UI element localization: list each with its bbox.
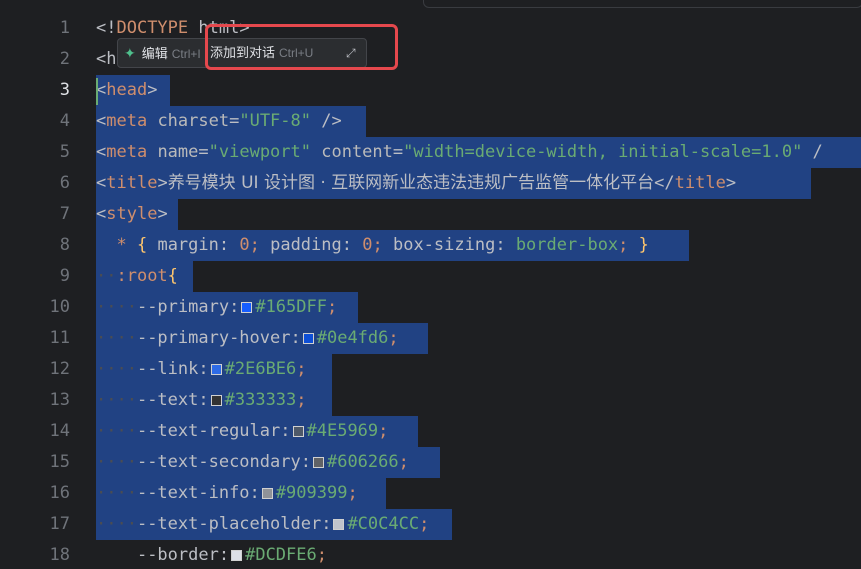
code-line-10[interactable]: 10 ····--primary: #165DFF;	[0, 292, 861, 323]
line-number: 11	[49, 328, 70, 348]
code-line-11[interactable]: 11 ····--primary-hover: #0e4fd6;	[0, 323, 861, 354]
line-number: 7	[59, 204, 70, 224]
code-line-8[interactable]: 8 * { margin: 0; padding: 0; box-sizing:…	[0, 230, 861, 261]
code-text: --border: #DCDFE6;	[136, 545, 327, 565]
line-number: 4	[59, 111, 70, 131]
code-line-4[interactable]: 4 <meta charset="UTF-8" />	[0, 106, 861, 137]
line-number: 3	[59, 80, 70, 100]
code-text: ····--text: #333333;	[96, 390, 307, 410]
code-text: <meta name="viewport" content="width=dev…	[96, 142, 823, 162]
line-number: 15	[49, 452, 70, 472]
code-text: ····--text-secondary: #606266;	[96, 452, 409, 472]
code-line-7[interactable]: 7 <style>	[0, 199, 861, 230]
color-swatch[interactable]	[292, 426, 304, 437]
color-swatch[interactable]	[302, 333, 314, 344]
line-number: 10	[49, 297, 70, 317]
code-line-13[interactable]: 13 ····--text: #333333;	[0, 385, 861, 416]
edit-label: 编辑	[141, 46, 168, 61]
line-number: 1	[59, 18, 70, 38]
expand-icon: ⤢	[346, 46, 356, 60]
line-number: 12	[49, 359, 70, 379]
edit-shortcut: Ctrl+I	[171, 47, 201, 61]
line-number: 9	[59, 266, 70, 286]
code-line-14[interactable]: 14 ····--text-regular: #4E5969;	[0, 416, 861, 447]
sparkle-icon: ✦	[124, 45, 136, 61]
line-number: 5	[59, 142, 70, 162]
code-editor[interactable]: 1 <!DOCTYPE html> 2 <h 3 <head> 4 <meta …	[0, 0, 861, 569]
line-number: 6	[59, 173, 70, 193]
color-swatch[interactable]	[210, 364, 222, 375]
code-text: <title>养号模块 UI 设计图 · 互联网新业态违法违规广告监管一体化平台…	[96, 173, 737, 193]
code-line-15[interactable]: 15 ····--text-secondary: #606266;	[0, 447, 861, 478]
toolbar-divider	[205, 45, 206, 61]
code-text: ····--text-regular: #4E5969;	[96, 421, 389, 441]
code-line-16[interactable]: 16 ····--text-info: #909399;	[0, 478, 861, 509]
edit-button[interactable]: ✦ 编辑 Ctrl+I	[124, 39, 201, 67]
code-text: ··:root{	[96, 266, 178, 286]
inline-ai-toolbar: ✦ 编辑 Ctrl+I 添加到对话 Ctrl+U ⤢	[117, 38, 367, 68]
color-swatch[interactable]	[333, 519, 345, 530]
code-line-6[interactable]: 6 <title>养号模块 UI 设计图 · 互联网新业态违法违规广告监管一体化…	[0, 168, 861, 199]
code-line-5[interactable]: 5 <meta name="viewport" content="width=d…	[0, 137, 861, 168]
code-text: ····--text-info: #909399;	[96, 483, 358, 503]
code-line-17[interactable]: 17 ····--text-placeholder: #C0C4CC;	[0, 509, 861, 540]
text-caret	[96, 78, 98, 105]
code-text: * { margin: 0; padding: 0; box-sizing: b…	[116, 235, 649, 255]
color-swatch[interactable]	[312, 457, 324, 468]
top-panel	[423, 0, 861, 8]
code-text: ····--primary: #165DFF;	[96, 297, 338, 317]
code-line-18[interactable]: 18 --border: #DCDFE6;	[0, 540, 861, 569]
code-text: <head>	[96, 80, 158, 100]
line-number: 8	[59, 235, 70, 255]
code-text: ····--primary-hover: #0e4fd6;	[96, 328, 399, 348]
add-to-chat-button[interactable]: 添加到对话 Ctrl+U	[210, 39, 313, 67]
color-swatch[interactable]	[231, 550, 243, 561]
color-swatch[interactable]	[210, 395, 222, 406]
code-text: <h	[96, 49, 117, 69]
line-number: 16	[49, 483, 70, 503]
add-to-chat-shortcut: Ctrl+U	[279, 46, 314, 60]
code-text: ····--link: #2E6BE6;	[96, 359, 307, 379]
code-line-9[interactable]: 9 ··:root{	[0, 261, 861, 292]
code-line-12[interactable]: 12 ····--link: #2E6BE6;	[0, 354, 861, 385]
code-text: <meta charset="UTF-8" />	[96, 111, 342, 131]
add-to-chat-label: 添加到对话	[210, 45, 276, 60]
line-number: 2	[59, 49, 70, 69]
expand-button[interactable]: ⤢	[346, 39, 356, 67]
color-swatch[interactable]	[241, 302, 253, 313]
code-text: <style>	[96, 204, 168, 224]
line-number: 17	[49, 514, 70, 534]
line-number: 14	[49, 421, 70, 441]
line-number: 18	[49, 545, 70, 565]
color-swatch[interactable]	[261, 488, 273, 499]
line-number: 13	[49, 390, 70, 410]
code-line-3[interactable]: 3 <head>	[0, 75, 861, 106]
code-text: ····--text-placeholder: #C0C4CC;	[96, 514, 430, 534]
